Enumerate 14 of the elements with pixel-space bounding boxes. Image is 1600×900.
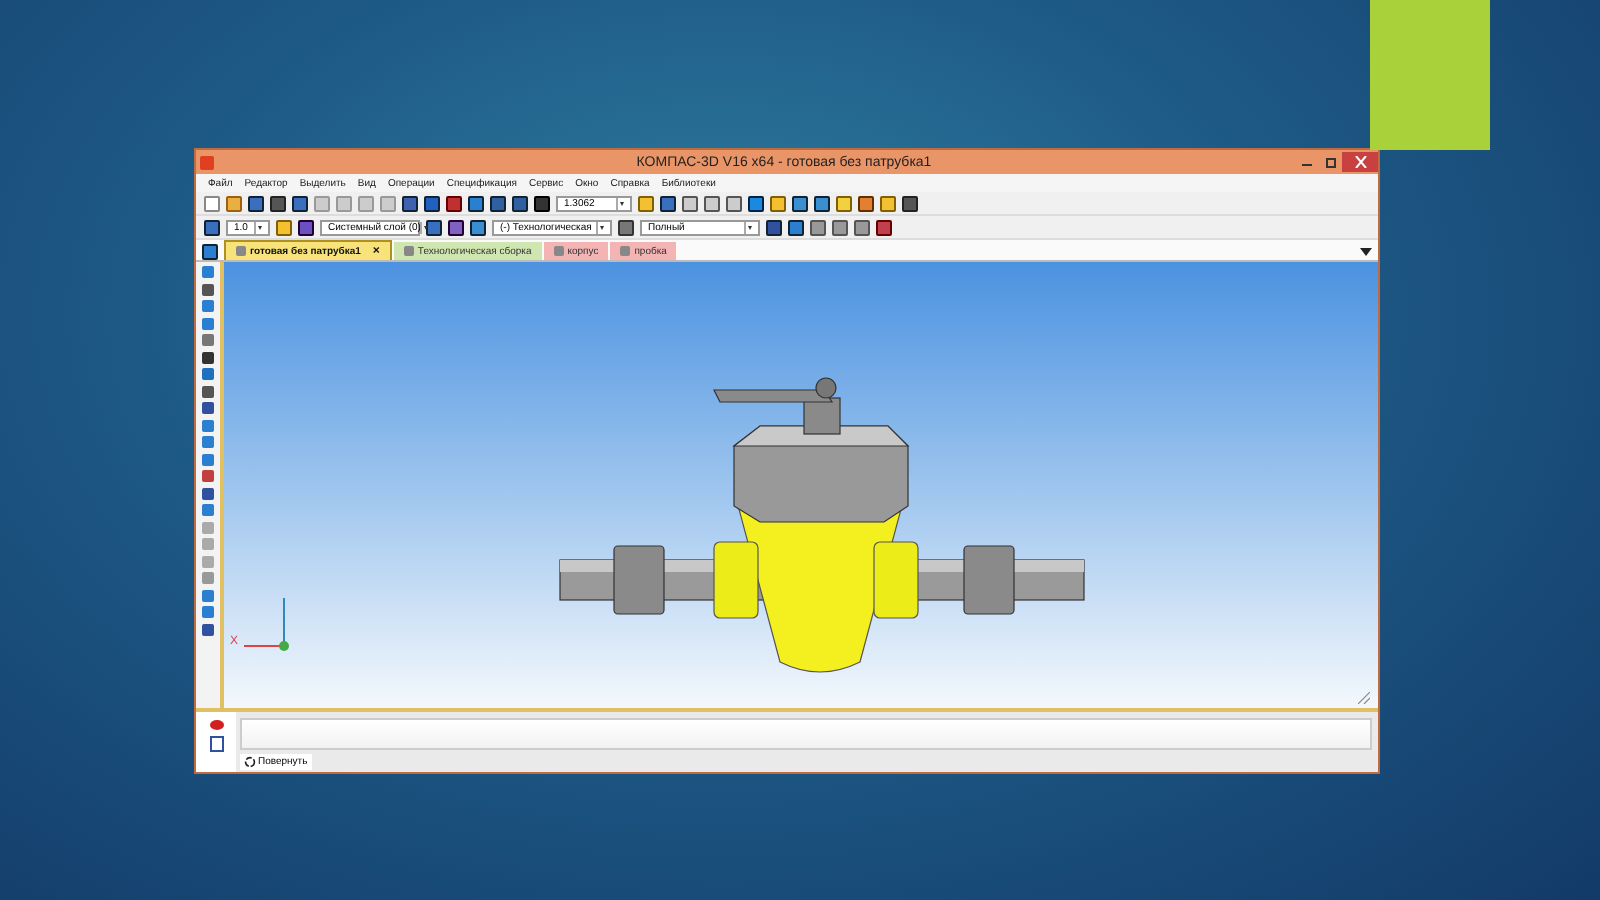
layers-icon[interactable] [298, 219, 314, 235]
help-icon[interactable] [209, 736, 223, 752]
axis-triad-drawing [243, 597, 289, 651]
document-icon [553, 246, 564, 256]
tab-list-icon[interactable] [1360, 248, 1372, 256]
document-icon [620, 246, 631, 256]
resize-grip-icon[interactable] [1358, 692, 1370, 704]
document-icon [236, 246, 246, 256]
close-icon[interactable] [1342, 152, 1378, 172]
command-prompt-field[interactable] [240, 718, 1372, 750]
app-icon [200, 155, 214, 169]
document-icon [403, 246, 414, 256]
rotate-icon [244, 756, 256, 768]
stop-icon[interactable] [209, 720, 223, 730]
